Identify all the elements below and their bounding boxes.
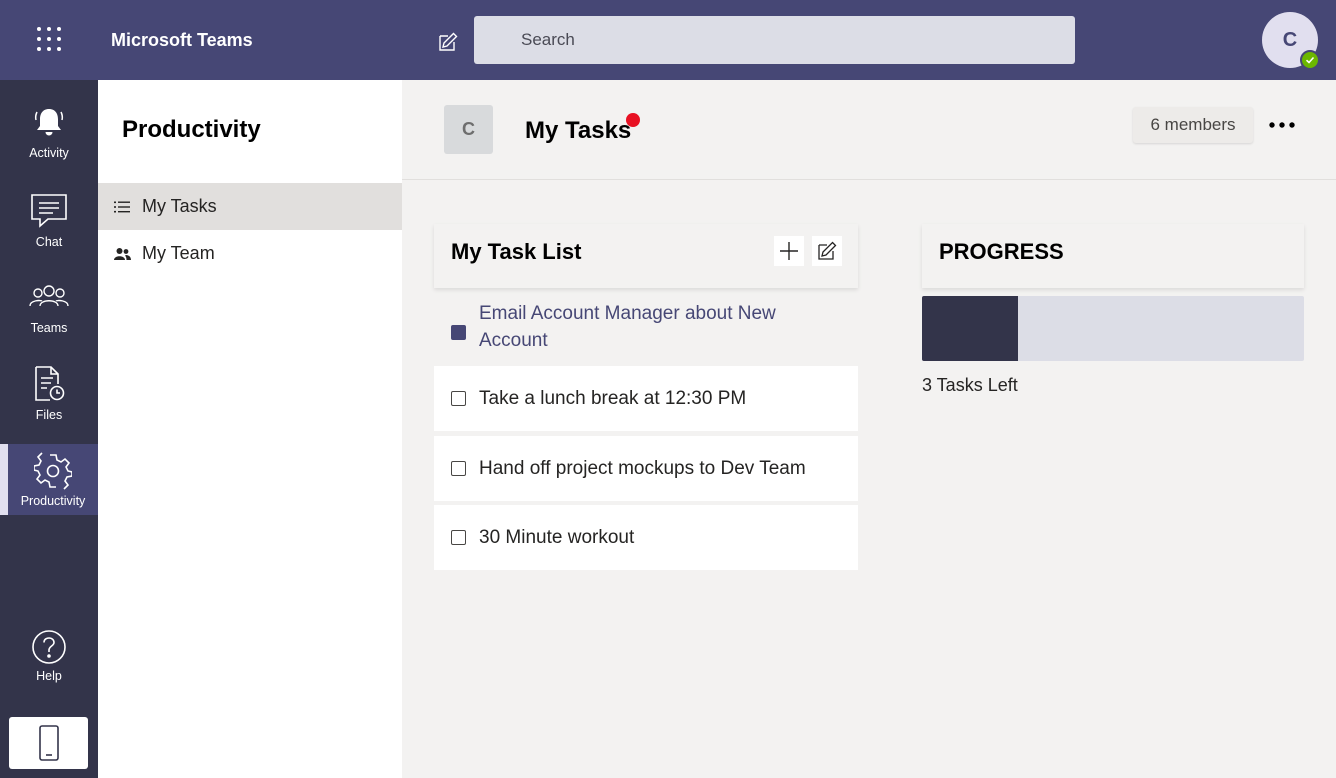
rail-label-files: Files: [35, 408, 63, 422]
app-title: Microsoft Teams: [111, 30, 253, 50]
task-list-title: My Task List: [451, 239, 582, 264]
rail-item-help[interactable]: Help: [0, 629, 98, 701]
task-text: 30 Minute workout: [479, 527, 635, 548]
mobile-phone-icon: [38, 725, 59, 761]
channel-header: C My Tasks 6 members: [402, 80, 1336, 180]
task-text: Email Account Manager about New Account: [479, 303, 776, 351]
nav-label-my-tasks: My Tasks: [142, 196, 217, 216]
available-check-icon: [1300, 50, 1320, 70]
top-bar: Microsoft Teams C: [0, 0, 1336, 80]
rail-label-productivity: Productivity: [20, 494, 86, 508]
progress-title: PROGRESS: [939, 239, 1064, 264]
rail-item-activity[interactable]: Activity: [0, 102, 98, 174]
notification-dot: [626, 113, 640, 127]
task-item[interactable]: 30 Minute workout: [434, 505, 858, 570]
compose-icon[interactable]: [436, 30, 460, 54]
rail-label-teams: Teams: [30, 321, 68, 335]
help-circle-icon: [32, 630, 66, 664]
list-icon: [113, 198, 131, 216]
task-text: Take a lunch break at 12:30 PM: [479, 388, 747, 409]
team-avatar: C: [444, 105, 493, 154]
file-clock-icon: [35, 366, 65, 401]
members-button[interactable]: 6 members: [1133, 107, 1253, 143]
panel-title: Productivity: [122, 116, 261, 143]
plus-icon: [780, 242, 798, 260]
people-group-icon: [29, 285, 69, 307]
rail-label-help: Help: [36, 669, 62, 683]
task-checkbox[interactable]: [451, 530, 466, 545]
rail-item-teams[interactable]: Teams: [0, 281, 98, 353]
left-panel: Productivity My Tasks My Team: [98, 80, 402, 778]
task-text: Hand off project mockups to Dev Team: [479, 458, 806, 479]
task-item[interactable]: Email Account Manager about New Account: [434, 300, 858, 366]
edit-tasks-button[interactable]: [812, 236, 842, 266]
task-item[interactable]: Take a lunch break at 12:30 PM: [434, 366, 858, 431]
task-checkbox[interactable]: [451, 391, 466, 406]
progress-header: PROGRESS: [922, 224, 1304, 288]
task-list-header: My Task List: [434, 224, 858, 288]
search-input[interactable]: [474, 16, 1075, 64]
rail-label-chat: Chat: [35, 235, 63, 249]
edit-icon: [818, 241, 837, 260]
rail-item-files[interactable]: Files: [0, 364, 98, 436]
rail-label-activity: Activity: [29, 146, 69, 160]
task-item[interactable]: Hand off project mockups to Dev Team: [434, 436, 858, 501]
task-checkbox[interactable]: [451, 325, 466, 340]
task-checkbox[interactable]: [451, 461, 466, 476]
team-icon: [113, 245, 131, 263]
nav-item-my-team[interactable]: My Team: [98, 230, 402, 277]
rail-item-chat[interactable]: Chat: [0, 191, 98, 263]
app-launcher-icon[interactable]: [37, 27, 63, 53]
gear-icon: [34, 452, 72, 490]
bell-icon: [34, 109, 64, 136]
nav-label-my-team: My Team: [142, 243, 215, 263]
chat-bubble-icon: [31, 194, 67, 228]
rail-item-productivity[interactable]: Productivity: [0, 444, 98, 515]
mobile-device-button[interactable]: [9, 717, 88, 769]
nav-item-my-tasks[interactable]: My Tasks: [98, 183, 402, 230]
more-options-icon[interactable]: [1268, 110, 1296, 140]
add-task-button[interactable]: [774, 236, 804, 266]
page-title: My Tasks: [525, 117, 632, 144]
tasks-left-label: 3 Tasks Left: [922, 375, 1018, 395]
app-rail: Activity Chat Teams Files Productivity H…: [0, 80, 98, 778]
progress-bar-fill: [922, 296, 1018, 361]
progress-bar: [922, 296, 1304, 361]
